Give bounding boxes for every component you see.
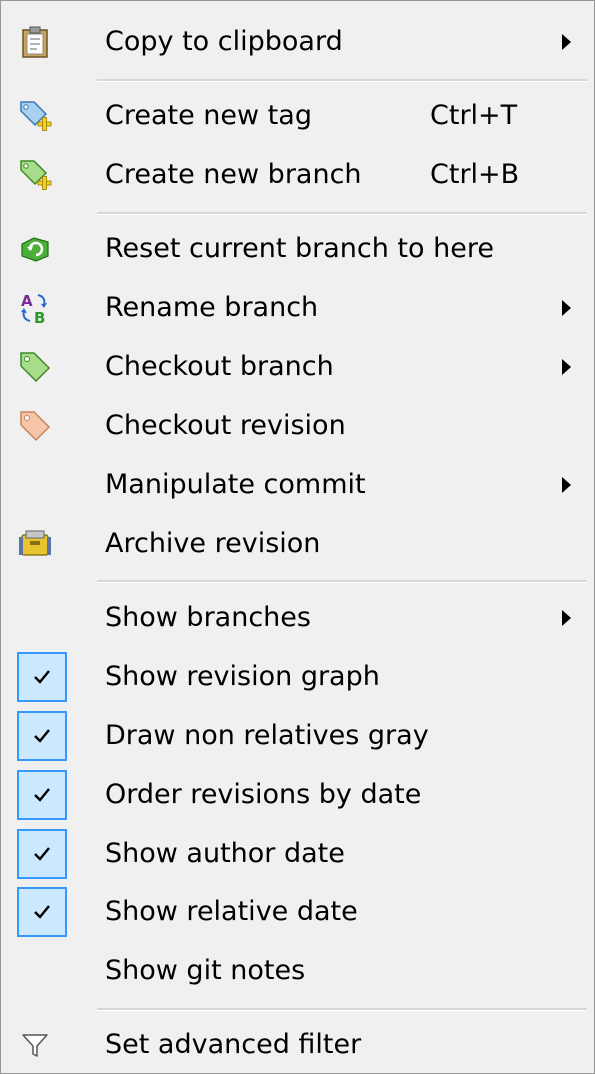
menu-item-rename-branch[interactable]: A B Rename branch	[5, 279, 590, 337]
menu-item-label: Rename branch	[105, 292, 319, 323]
menu-item-label: Order revisions by date	[105, 779, 422, 810]
checkout-revision-icon	[17, 408, 53, 444]
checkout-branch-icon	[17, 349, 53, 385]
menu-item-show-revision-graph[interactable]: Show revision graph	[5, 648, 590, 706]
menu-item-label: Show relative date	[105, 896, 358, 927]
submenu-arrow-icon	[562, 477, 571, 493]
rename-icon-letter-a: A	[21, 292, 33, 310]
create-branch-icon	[17, 157, 53, 193]
menu-item-label: Draw non relatives gray	[105, 720, 429, 751]
checkmark-icon	[17, 829, 67, 879]
menu-item-label: Show author date	[105, 838, 345, 869]
submenu-arrow-icon	[562, 34, 571, 50]
menu-item-create-new-tag[interactable]: Create new tag Ctrl+T	[5, 87, 590, 145]
submenu-arrow-icon	[562, 359, 571, 375]
checkmark-icon	[17, 887, 67, 937]
menu-separator	[97, 79, 587, 82]
clipboard-icon	[17, 24, 53, 60]
context-menu: Copy to clipboard Create new tag Ctrl+T	[0, 0, 595, 1074]
menu-item-checkout-branch[interactable]: Checkout branch	[5, 338, 590, 396]
menu-item-reset-current-branch[interactable]: Reset current branch to here	[5, 220, 590, 278]
archive-icon	[17, 526, 53, 562]
menu-item-checkout-revision[interactable]: Checkout revision	[5, 397, 590, 455]
menu-item-show-relative-date[interactable]: Show relative date	[5, 883, 590, 941]
menu-item-label: Archive revision	[105, 528, 321, 559]
menu-separator	[97, 580, 587, 583]
menu-separator	[97, 1008, 587, 1011]
menu-item-label: Reset current branch to here	[105, 233, 494, 264]
menu-item-shortcut: Ctrl+T	[430, 100, 518, 131]
checkmark-icon	[17, 711, 67, 761]
menu-item-label: Manipulate commit	[105, 469, 366, 500]
menu-item-label: Create new branch	[105, 159, 362, 190]
menu-item-draw-non-relatives-gray[interactable]: Draw non relatives gray	[5, 707, 590, 765]
menu-item-set-advanced-filter[interactable]: Set advanced filter	[5, 1016, 590, 1074]
menu-item-shortcut: Ctrl+B	[430, 159, 520, 190]
checkmark-icon	[17, 652, 67, 702]
submenu-arrow-icon	[562, 300, 571, 316]
filter-icon	[17, 1027, 53, 1063]
menu-item-show-git-notes[interactable]: Show git notes	[5, 942, 590, 1000]
checkmark-icon	[17, 770, 67, 820]
rename-icon-letter-b: B	[34, 309, 45, 325]
menu-item-copy-to-clipboard[interactable]: Copy to clipboard	[5, 13, 590, 71]
menu-item-create-new-branch[interactable]: Create new branch Ctrl+B	[5, 146, 590, 204]
menu-item-show-author-date[interactable]: Show author date	[5, 825, 590, 883]
menu-item-label: Checkout revision	[105, 410, 346, 441]
menu-item-label: Checkout branch	[105, 351, 334, 382]
submenu-arrow-icon	[562, 610, 571, 626]
menu-item-label: Set advanced filter	[105, 1029, 362, 1060]
create-tag-icon	[17, 98, 53, 134]
menu-item-show-branches[interactable]: Show branches	[5, 589, 590, 647]
rename-icon: A B	[17, 290, 53, 326]
menu-item-manipulate-commit[interactable]: Manipulate commit	[5, 456, 590, 514]
menu-item-label: Show revision graph	[105, 661, 380, 692]
menu-item-order-revisions-by-date[interactable]: Order revisions by date	[5, 766, 590, 824]
menu-item-label: Show branches	[105, 602, 311, 633]
reset-icon	[17, 231, 53, 267]
menu-item-label: Create new tag	[105, 100, 312, 131]
menu-separator	[97, 212, 587, 215]
menu-item-archive-revision[interactable]: Archive revision	[5, 515, 590, 573]
menu-item-label: Show git notes	[105, 955, 306, 986]
menu-item-label: Copy to clipboard	[105, 26, 343, 57]
